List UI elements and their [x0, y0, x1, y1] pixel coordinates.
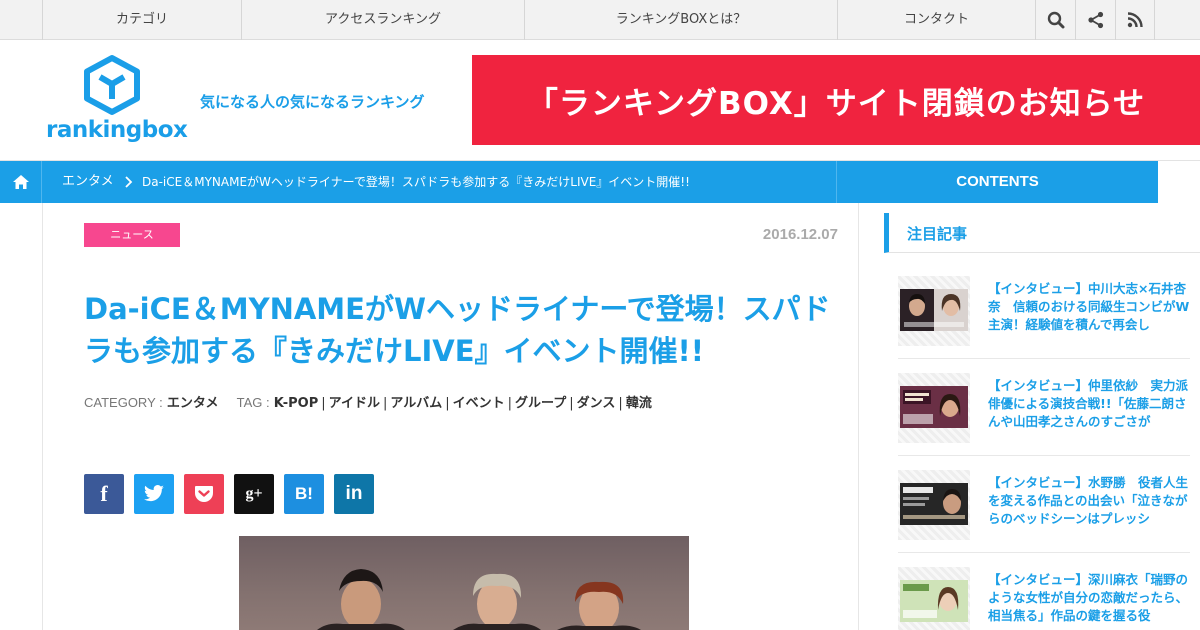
breadcrumb-category[interactable]: エンタメ [62, 161, 114, 203]
sidebar-article-item[interactable]: 【インタビュー】仲里依紗 実力派俳優による演技合戦!!「佐藤二朗さんや山田孝之さ… [898, 373, 1200, 459]
sidebar-article-title: 【インタビュー】深川麻衣「瑞野のような女性が自分の恋敵だったら、相当焦る」作品の… [988, 572, 1189, 623]
tag-link[interactable]: グループ [515, 396, 566, 411]
pocket-icon [195, 486, 213, 502]
twitter-icon [144, 485, 164, 502]
facebook-share-button[interactable]: f [84, 474, 124, 514]
article-title: Da-iCE＆MYNAMEがWヘッドライナーで登場！スパドラも参加する『きみだけ… [84, 292, 831, 368]
tag-link[interactable]: イベント [453, 396, 505, 411]
top-navigation: カテゴリ アクセスランキング ランキングBOXとは？ コンタクト [0, 0, 1200, 40]
breadcrumb-current: Da-iCE＆MYNAMEがWヘッドライナーで登場！スパドラも参加する『きみだけ… [142, 175, 690, 189]
closure-notice-banner[interactable]: 「ランキングBOX」サイト閉鎖のお知らせ [472, 55, 1200, 145]
breadcrumb: エンタメ Da-iCE＆MYNAMEがWヘッドライナーで登場！スパドラも参加する… [0, 161, 1158, 203]
linkedin-share-button[interactable]: in [334, 474, 374, 514]
sidebar-article-title: 【インタビュー】中川大志×石井杏奈 信頼のおける同級生コンビがW主演！経験値を積… [988, 281, 1190, 332]
search-icon[interactable] [1035, 0, 1075, 40]
sidebar-article-title: 【インタビュー】水野勝 役者人生を変える作品との出会い「泣きながらのベッドシーン… [988, 475, 1189, 526]
nav-item-access-ranking[interactable]: アクセスランキング [241, 0, 524, 40]
googleplus-icon: g+ [245, 485, 263, 502]
tag-link[interactable]: アイドル [329, 396, 380, 411]
article-thumbnail [898, 470, 970, 540]
article-thumbnail [898, 276, 970, 346]
home-icon [12, 175, 29, 189]
nav-item-category[interactable]: カテゴリ [42, 0, 241, 40]
hatena-share-button[interactable]: B! [284, 474, 324, 514]
article-thumbnail [898, 567, 970, 630]
content-left-guide [42, 203, 43, 630]
share-icon[interactable] [1075, 0, 1115, 40]
nav-item-about[interactable]: ランキングBOXとは？ [524, 0, 837, 40]
sidebar-divider [898, 552, 1190, 553]
linkedin-icon: in [345, 483, 363, 504]
box-logo-icon [84, 55, 140, 115]
tag-link[interactable]: ダンス [577, 396, 616, 411]
logo-wordmark: rankingbox [46, 117, 188, 143]
content-right-guide [858, 203, 859, 630]
tag-link[interactable]: アルバム [390, 396, 442, 411]
sidebar-article-item[interactable]: 【インタビュー】水野勝 役者人生を変える作品との出会い「泣きながらのベッドシーン… [898, 470, 1200, 556]
site-tagline: 気になる人の気になるランキング [200, 93, 425, 111]
news-badge[interactable]: ニュース [84, 223, 180, 247]
post-date: 2016.12.07 [762, 226, 838, 243]
rss-icon[interactable] [1115, 0, 1155, 40]
sidebar-article-item[interactable]: 【インタビュー】中川大志×石井杏奈 信頼のおける同級生コンビがW主演！経験値を積… [898, 276, 1200, 362]
pocket-share-button[interactable] [184, 474, 224, 514]
sidebar-article-title: 【インタビュー】仲里依紗 実力派俳優による演技合戦!!「佐藤二朗さんや山田孝之さ… [988, 378, 1189, 429]
googleplus-share-button[interactable]: g+ [234, 474, 274, 514]
article-thumbnail [898, 373, 970, 443]
twitter-share-button[interactable] [134, 474, 174, 514]
sidebar-divider [898, 455, 1190, 456]
home-button[interactable] [0, 161, 42, 203]
sidebar-heading-text: 注目記事 [907, 225, 968, 243]
nav-item-contact[interactable]: コンタクト [837, 0, 1035, 40]
hatena-icon: B! [295, 484, 313, 503]
tag-link[interactable]: 韓流 [626, 396, 652, 411]
article-hero-image [239, 536, 689, 630]
facebook-icon: f [100, 481, 108, 506]
tag-link[interactable]: K-POP [274, 396, 318, 411]
sidebar-heading: 注目記事 [884, 213, 1200, 253]
sidebar-divider [898, 358, 1190, 359]
article-meta: CATEGORY : エンタメ TAG : K-POP | アイドル | アルバム | イベ… [84, 395, 652, 411]
sidebar-article-item[interactable]: 【インタビュー】深川麻衣「瑞野のような女性が自分の恋敵だったら、相当焦る」作品の… [898, 567, 1200, 630]
category-link[interactable]: エンタメ [167, 396, 219, 411]
contents-tab[interactable]: CONTENTS [836, 161, 1158, 203]
chevron-right-icon [125, 176, 133, 188]
category-label: CATEGORY : [84, 395, 163, 410]
tag-label: TAG : [236, 395, 270, 410]
